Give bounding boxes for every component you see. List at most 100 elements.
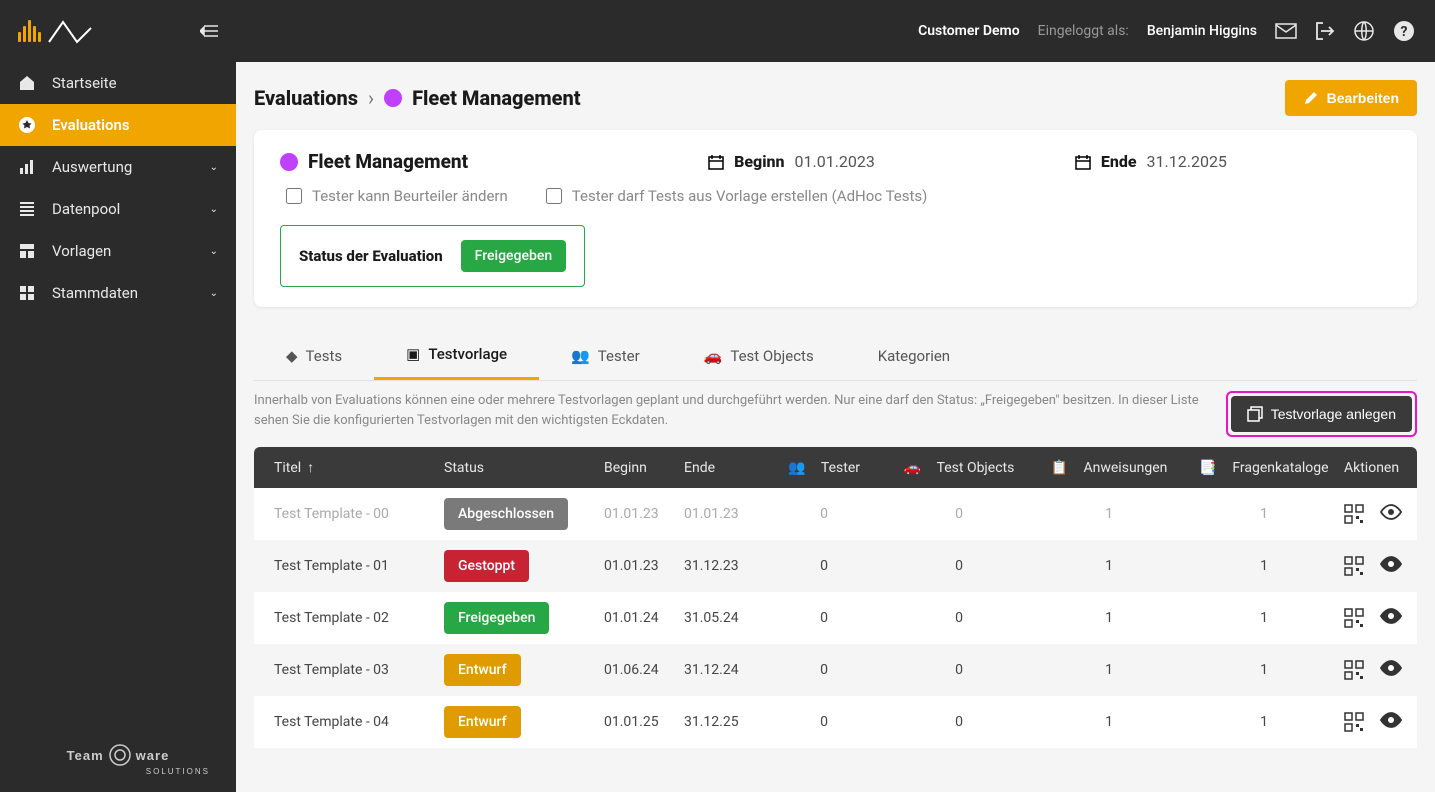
eye-icon[interactable] [1380, 660, 1402, 680]
qr-icon[interactable] [1344, 660, 1364, 680]
people-icon: 👥 [571, 347, 590, 365]
svg-text:?: ? [1401, 24, 1408, 40]
sidebar-item-label: Datenpool [52, 200, 120, 218]
pencil-icon [1303, 90, 1319, 106]
sidebar-item-label: Vorlagen [52, 242, 111, 260]
help-icon[interactable]: ? [1393, 20, 1415, 42]
qr-icon[interactable] [1344, 712, 1364, 732]
qr-icon[interactable] [1344, 504, 1364, 524]
eye-icon[interactable] [1380, 504, 1402, 524]
th-end[interactable]: Ende [684, 460, 764, 476]
th-begin[interactable]: Beginn [604, 460, 684, 476]
diamond-icon: ◆ [286, 347, 298, 365]
th-title[interactable]: Titel ↑ [274, 459, 444, 476]
breadcrumb-root[interactable]: Evaluations [254, 86, 358, 110]
sidebar-item-label: Auswertung [52, 158, 132, 176]
tab-test-objects[interactable]: 🚗Test Objects [672, 331, 846, 380]
eye-icon[interactable] [1380, 556, 1402, 576]
cell-catalogs: 1 [1184, 506, 1344, 522]
cell-instructions: 1 [1034, 610, 1184, 626]
main: Customer Demo Eingeloggt als: Benjamin H… [236, 0, 1435, 792]
sidebar-item-vorlagen[interactable]: Vorlagen ⌄ [0, 230, 236, 272]
th-instructions[interactable]: 📋 Anweisungen [1034, 460, 1184, 476]
checkbox-input[interactable] [546, 188, 562, 204]
logout-icon[interactable] [1315, 21, 1335, 41]
status-badge: Gestoppt [444, 550, 529, 582]
th-tester[interactable]: 👥 Tester [764, 460, 884, 476]
sidebar-item-datenpool[interactable]: Datenpool⌄ [0, 188, 236, 230]
content: Evaluations › Fleet Management Bearbeite… [236, 62, 1435, 792]
qr-icon[interactable] [1344, 608, 1364, 628]
tab-tester[interactable]: 👥Tester [539, 331, 672, 380]
calendar-icon [708, 154, 724, 170]
cell-title: Test Template - 04 [274, 714, 444, 730]
cell-objects: 0 [884, 558, 1034, 574]
sidebar-item-startseite[interactable]: Startseite [0, 62, 236, 104]
qr-icon[interactable] [1344, 556, 1364, 576]
eye-icon[interactable] [1380, 712, 1402, 732]
eye-icon[interactable] [1380, 608, 1402, 628]
checkbox-tester-can-change[interactable]: Tester kann Beurteiler ändern [286, 187, 508, 205]
globe-icon[interactable] [1353, 20, 1375, 42]
status-badge: Entwurf [444, 654, 521, 686]
tab-tests[interactable]: ◆ Tests [254, 331, 374, 380]
cell-actions [1344, 504, 1402, 524]
create-template-button[interactable]: Testvorlage anlegen [1231, 396, 1412, 432]
begin-label: Beginn [734, 152, 784, 171]
cell-status: Gestoppt [444, 550, 604, 582]
cell-begin: 01.01.23 [604, 558, 684, 574]
master-icon [18, 284, 38, 302]
app-logo [18, 18, 97, 44]
note-icon: 📋 [1051, 460, 1068, 476]
cell-begin: 01.06.24 [604, 662, 684, 678]
user-name: Benjamin Higgins [1147, 23, 1257, 39]
cell-actions [1344, 660, 1402, 680]
tab-label: Testvorlage [428, 345, 507, 363]
stack-icon: ▣ [406, 345, 420, 363]
end-value: 31.12.2025 [1147, 152, 1227, 171]
checkbox-input[interactable] [286, 188, 302, 204]
cell-instructions: 1 [1034, 558, 1184, 574]
table-row: Test Template - 01 Gestoppt 01.01.23 31.… [254, 540, 1417, 592]
tab-testvorlage[interactable]: ▣ Testvorlage [374, 331, 539, 380]
car-icon: 🚗 [704, 347, 723, 365]
checkbox-adhoc-tests[interactable]: Tester darf Tests aus Vorlage erstellen … [546, 187, 928, 205]
begin-value: 01.01.2023 [795, 152, 875, 171]
sidebar-item-label: Stammdaten [52, 284, 138, 302]
sidebar-item-stammdaten[interactable]: Stammdaten⌄ [0, 272, 236, 314]
mail-icon[interactable] [1275, 23, 1297, 39]
cell-objects: 0 [884, 714, 1034, 730]
table-row: Test Template - 00 Abgeschlossen 01.01.2… [254, 488, 1417, 540]
create-button-highlight: Testvorlage anlegen [1226, 391, 1417, 437]
th-catalogs[interactable]: 📑 Fragenkataloge [1184, 460, 1344, 476]
tab-kategorien[interactable]: Kategorien [846, 331, 982, 380]
color-indicator [280, 153, 298, 171]
chart-icon [18, 158, 38, 176]
cell-instructions: 1 [1034, 714, 1184, 730]
cell-title: Test Template - 02 [274, 610, 444, 626]
table-row: Test Template - 02 Freigegeben 01.01.24 … [254, 592, 1417, 644]
cell-catalogs: 1 [1184, 662, 1344, 678]
cell-objects: 0 [884, 610, 1034, 626]
footer-logo: Team ware SOLUTIONS [0, 727, 236, 792]
breadcrumb-separator: › [368, 86, 374, 110]
catalog-icon: 📑 [1199, 460, 1216, 476]
tab-label: Tests [306, 347, 343, 365]
cell-catalogs: 1 [1184, 610, 1344, 626]
list-icon [18, 200, 38, 218]
th-status[interactable]: Status [444, 460, 604, 476]
th-objects[interactable]: 🚗 Test Objects [884, 460, 1034, 476]
chevron-down-icon: ⌄ [210, 246, 218, 257]
status-badge: Abgeschlossen [444, 498, 568, 530]
topbar: Customer Demo Eingeloggt als: Benjamin H… [236, 0, 1435, 62]
collapse-sidebar-icon[interactable] [200, 24, 218, 38]
sort-asc-icon: ↑ [307, 459, 314, 476]
cell-status: Abgeschlossen [444, 498, 604, 530]
sidebar-header [0, 0, 236, 62]
status-badge: Freigegeben [461, 240, 566, 272]
edit-button[interactable]: Bearbeiten [1285, 80, 1417, 116]
sidebar-item-auswertung[interactable]: Auswertung⌄ [0, 146, 236, 188]
sidebar-item-label: Startseite [52, 74, 117, 92]
cell-begin: 01.01.23 [604, 506, 684, 522]
sidebar-item-evaluations[interactable]: Evaluations [0, 104, 236, 146]
